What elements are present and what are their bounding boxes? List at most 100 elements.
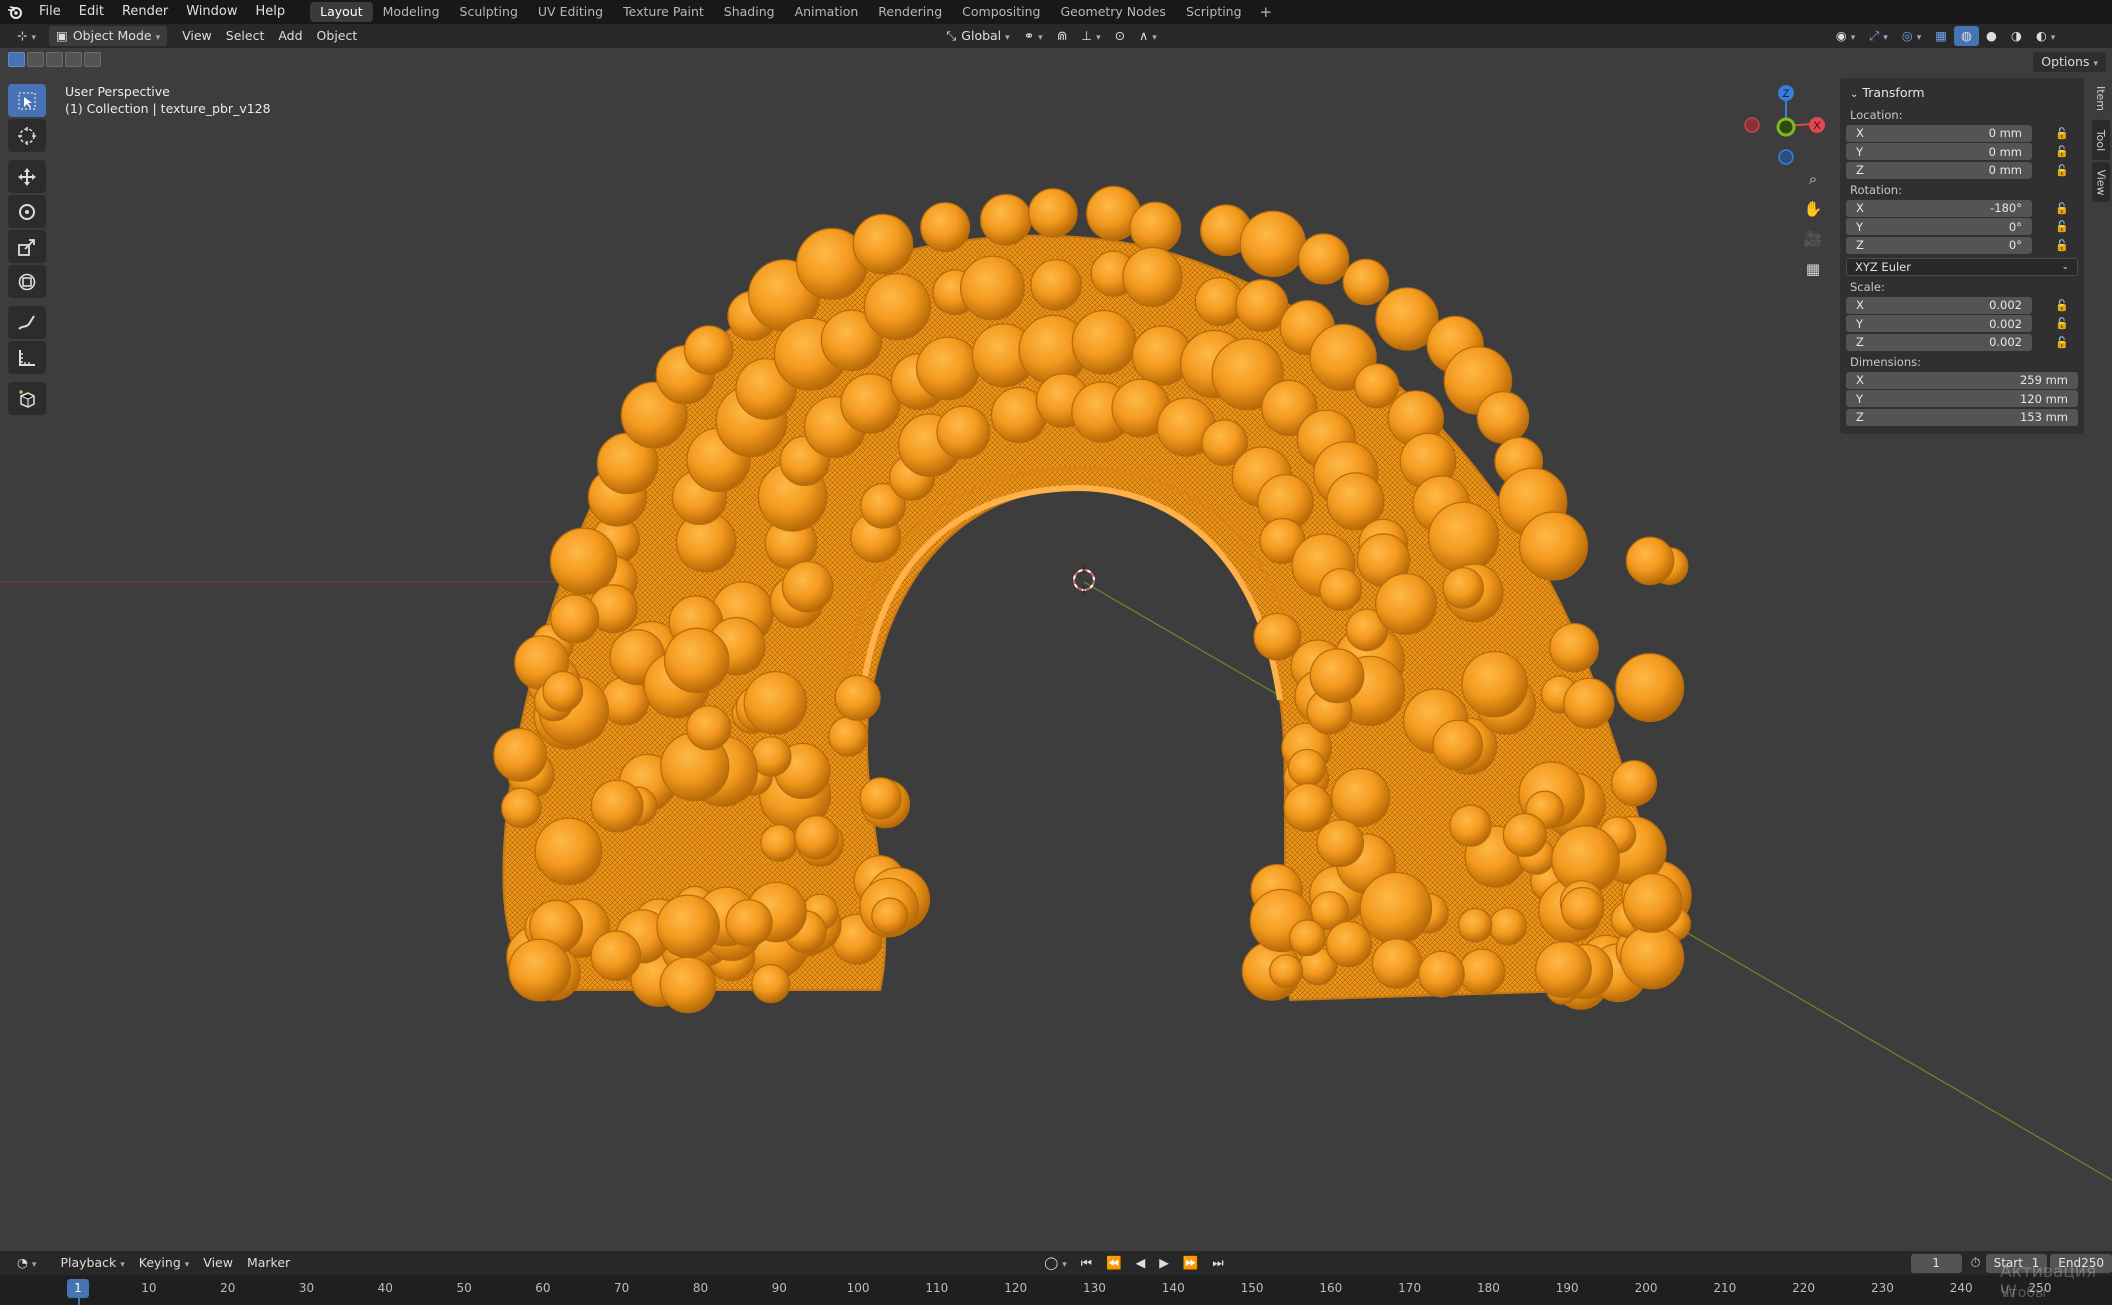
surface-bump (1560, 886, 1605, 931)
stopwatch-icon[interactable]: ⏱ (1970, 1253, 1982, 1273)
surface-bump (493, 728, 547, 782)
scale-x-field[interactable]: X 0.002 (1846, 296, 2032, 314)
3d-cursor-icon[interactable] (1073, 566, 1095, 594)
next-keyframe-icon: ⏩ (1182, 1255, 1199, 1270)
camera-view-icon[interactable]: 🎥 (1800, 226, 1826, 252)
surface-bump (828, 716, 869, 757)
unlock-icon[interactable]: 🔓 (2050, 127, 2074, 140)
surface-bump (1253, 612, 1302, 661)
jump-start-button[interactable]: ⏮ (1074, 1253, 1099, 1273)
ortho-grid-icon[interactable]: ▦ (1800, 256, 1826, 282)
chevron-down-icon: ▾ (184, 1260, 190, 1270)
tab-tool[interactable]: Tool (2092, 120, 2110, 160)
cursor-crosshair-icon (18, 126, 36, 145)
unlock-icon[interactable]: 🔓 (2050, 299, 2074, 312)
rotation-z-field[interactable]: Z 0° (1846, 236, 2032, 254)
add-cube-tool[interactable] (8, 382, 46, 415)
location-z-field[interactable]: Z 0 mm (1846, 161, 2032, 179)
timeline-ruler[interactable]: 1 10 20 30 40 50 60 70 80 90 100 110 120 130 140 150 160… (0, 1275, 2112, 1305)
surface-bump (1488, 907, 1527, 946)
surface-bump (1534, 941, 1592, 998)
rotation-y-field[interactable]: Y 0° (1846, 218, 2032, 235)
tab-view[interactable]: View (2092, 162, 2110, 202)
surface-bump (1619, 925, 1685, 990)
scale-tool[interactable] (8, 230, 46, 263)
measure-tool[interactable] (8, 341, 46, 374)
scale-z-field[interactable]: Z 0.002 (1846, 333, 2032, 351)
tab-item[interactable]: Item (2092, 78, 2110, 118)
axis-label: Z (1856, 163, 1864, 177)
surface-bump (936, 405, 991, 460)
3d-viewport[interactable]: Z X (0, 0, 2112, 1251)
surface-bump (1457, 907, 1493, 943)
dimensions-z-field[interactable]: Z 153 mm (1846, 408, 2078, 426)
menu-timeline-view[interactable]: View (196, 1253, 240, 1273)
surface-bump (725, 899, 773, 947)
pan-hand-icon[interactable]: ✋ (1800, 196, 1826, 222)
menu-keying[interactable]: Keying ▾ (132, 1253, 197, 1273)
unlock-icon[interactable]: 🔓 (2050, 239, 2074, 252)
surface-bump (1432, 719, 1484, 771)
timeline-tick-label: 130 (1083, 1281, 1106, 1295)
rotation-y-row: Y 0° 🔓 (1846, 218, 2078, 236)
unlock-icon[interactable]: 🔓 (2050, 164, 2074, 177)
unlock-icon[interactable]: 🔓 (2050, 317, 2074, 330)
scale-y-field[interactable]: Y 0.002 (1846, 315, 2032, 332)
menu-playback[interactable]: Playback ▾ (53, 1253, 131, 1273)
move-tool[interactable] (8, 160, 46, 193)
location-x-field[interactable]: X 0 mm (1846, 124, 2032, 142)
navigation-gizmo[interactable]: Z X (1744, 85, 1825, 165)
timeline-tick-label: 100 (846, 1281, 870, 1295)
dimensions-x-field[interactable]: X 259 mm (1846, 371, 2078, 389)
timeline-tick-label: 210 (1713, 1281, 1737, 1295)
current-frame-field[interactable]: 1 (1910, 1253, 1962, 1273)
annotate-tool[interactable] (8, 306, 46, 339)
rotation-x-field[interactable]: X -180° (1846, 199, 2032, 217)
location-y-field[interactable]: Y 0 mm (1846, 143, 2032, 160)
surface-bump (1417, 950, 1465, 998)
surface-bump (859, 777, 902, 820)
rotate-tool[interactable] (8, 195, 46, 228)
surface-bump (743, 671, 808, 735)
transform-panel-header[interactable]: ⌄ Transform (1846, 82, 2078, 104)
dimensions-label: Dimensions: (1850, 355, 1921, 369)
surface-bump (751, 963, 791, 1004)
cursor-tool[interactable] (8, 119, 46, 152)
surface-bump (920, 202, 971, 253)
zoom-icon[interactable]: ⌕ (1800, 166, 1826, 192)
jump-end-button[interactable]: ⏭ (1205, 1253, 1230, 1273)
transform-tool[interactable] (8, 265, 46, 298)
dimensions-y-field[interactable]: Y 120 mm (1846, 390, 2078, 407)
select-box-tool[interactable] (8, 84, 46, 117)
timeline-tick-label: 170 (1398, 1281, 1422, 1295)
surface-bump (1563, 677, 1615, 729)
surface-bump (590, 930, 642, 982)
rotate-icon (19, 203, 35, 220)
current-frame-value: 1 (1932, 1256, 1940, 1270)
unlock-icon[interactable]: 🔓 (2050, 202, 2074, 215)
unlock-icon[interactable]: 🔓 (2050, 145, 2074, 158)
auto-key-toggle[interactable]: ◯ ▾ (1037, 1253, 1074, 1273)
surface-bump (1374, 572, 1437, 635)
timeline-tick-label: 150 (1240, 1281, 1264, 1295)
surface-bump (1325, 920, 1373, 968)
prev-keyframe-button[interactable]: ⏪ (1099, 1253, 1129, 1273)
surface-bump (508, 938, 571, 1002)
chevron-down-icon: ▾ (120, 1260, 125, 1270)
menu-marker[interactable]: Marker (240, 1253, 297, 1273)
play-reverse-button[interactable]: ◀ (1129, 1253, 1153, 1273)
timeline-tick-label: 160 (1319, 1281, 1343, 1295)
gizmo-x-label: X (1813, 120, 1821, 132)
chevron-down-icon: ⌄ (2061, 262, 2069, 272)
current-frame-marker[interactable]: 1 (67, 1279, 89, 1298)
chevron-down-icon: ▾ (1062, 1260, 1067, 1270)
field-value: 259 mm (2019, 373, 2068, 387)
timeline-editor-type-button[interactable]: ◔ ▾ (10, 1253, 43, 1273)
next-keyframe-button[interactable]: ⏩ (1176, 1253, 1206, 1273)
unlock-icon[interactable]: 🔓 (2050, 220, 2074, 233)
rotation-mode-value: XYZ Euler (1855, 260, 1911, 274)
surface-bump (550, 594, 600, 644)
unlock-icon[interactable]: 🔓 (2050, 336, 2074, 349)
rotation-mode-dropdown[interactable]: XYZ Euler ⌄ (1846, 258, 2078, 276)
play-button[interactable]: ▶ (1152, 1253, 1176, 1273)
